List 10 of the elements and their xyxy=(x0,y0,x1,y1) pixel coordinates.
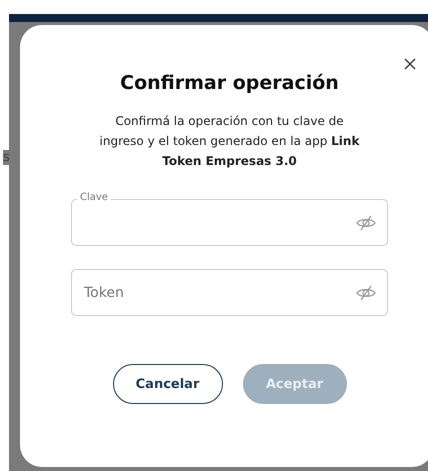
close-icon xyxy=(404,58,416,70)
cancel-button[interactable]: Cancelar xyxy=(112,364,222,404)
close-button[interactable] xyxy=(402,56,418,72)
dialog-message: Confirmá la operación con tu clave de ingreso y el token generado en la app Link Token Empresas 3.0 xyxy=(98,113,360,170)
hidden-eye-icon[interactable] xyxy=(356,214,376,232)
password-field[interactable] xyxy=(71,199,388,246)
field-label: Clave xyxy=(77,192,111,203)
password-field[interactable]: Token xyxy=(71,269,388,316)
dialog-title: Confirmar operación xyxy=(120,72,339,94)
hidden-eye-icon[interactable] xyxy=(356,284,376,302)
